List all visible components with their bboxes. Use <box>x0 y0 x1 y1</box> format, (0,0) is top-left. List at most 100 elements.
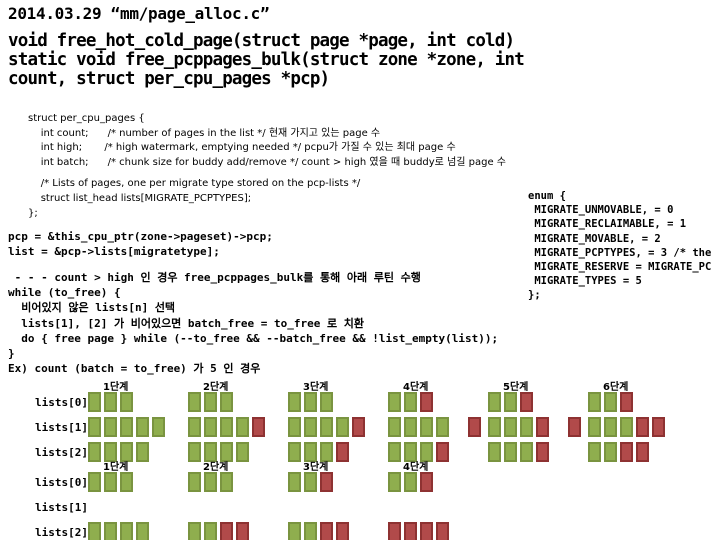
page-cell-green <box>88 522 101 540</box>
page-cell-green <box>504 417 517 437</box>
page-cell-green <box>404 472 417 492</box>
page-cell-green <box>336 417 349 437</box>
page-cell-green <box>388 472 401 492</box>
page-cell-green <box>436 417 449 437</box>
page-cell-green <box>220 472 233 492</box>
page-cell-red <box>220 522 233 540</box>
page-cell-red <box>420 472 433 492</box>
page-cell-green <box>288 392 301 412</box>
page-cell-green <box>136 522 149 540</box>
page-cell-green <box>504 392 517 412</box>
page-cell-red <box>336 442 349 462</box>
struct-per-cpu-pages-code: struct per_cpu_pages { int count; /* num… <box>28 113 506 168</box>
page-cell-green <box>88 442 101 462</box>
page-cell-green <box>604 392 617 412</box>
page-cell-red <box>352 417 365 437</box>
step-label-4: 4단계 <box>403 462 429 473</box>
step-label-2: 2단계 <box>203 382 229 393</box>
row-label-2: lists[2] <box>35 526 88 539</box>
page-cell-red <box>252 417 265 437</box>
page-cell-green <box>388 442 401 462</box>
page-cell-red <box>520 392 533 412</box>
step-label-1: 1단계 <box>103 462 129 473</box>
page-cell-green <box>288 442 301 462</box>
page-cell-green <box>104 392 117 412</box>
page-cell-green <box>188 417 201 437</box>
page-cell-green <box>488 442 501 462</box>
page-cell-green <box>220 417 233 437</box>
page-cell-green <box>188 522 201 540</box>
page-cell-green <box>604 442 617 462</box>
page-cell-green <box>236 442 249 462</box>
migrate-type-enum-code: enum { MIGRATE_UNMOVABLE, = 0 MIGRATE_RE… <box>528 190 712 302</box>
page-cell-green <box>488 417 501 437</box>
page-cell-green <box>388 417 401 437</box>
page-cell-green <box>320 392 333 412</box>
page-cell-green <box>136 417 149 437</box>
page-cell-red <box>336 522 349 540</box>
page-cell-green <box>120 522 133 540</box>
page-cell-red <box>652 417 665 437</box>
page-cell-red <box>536 417 549 437</box>
page-cell-red <box>568 417 581 437</box>
page-cell-green <box>288 522 301 540</box>
page-cell-green <box>420 417 433 437</box>
page-cell-red <box>236 522 249 540</box>
step-label-2: 2단계 <box>203 462 229 473</box>
page-cell-green <box>504 442 517 462</box>
row-label-1: lists[1] <box>35 421 88 434</box>
page-cell-green <box>88 472 101 492</box>
page-cell-green <box>204 417 217 437</box>
page-cell-red <box>420 392 433 412</box>
step-label-3: 3단계 <box>303 462 329 473</box>
page-title: 2014.03.29 “mm/page_alloc.c” <box>8 4 270 23</box>
page-cell-green <box>288 417 301 437</box>
page-cell-green <box>104 522 117 540</box>
page-cell-red <box>388 522 401 540</box>
page-cell-green <box>288 472 301 492</box>
page-cell-green <box>220 392 233 412</box>
page-cell-green <box>604 417 617 437</box>
page-cell-green <box>152 417 165 437</box>
struct-lists-comment-code: /* Lists of pages, one per migrate type … <box>28 178 361 219</box>
pcp-assignment-code: pcp = &this_cpu_ptr(zone->pageset)->pcp;… <box>8 230 273 258</box>
step-label-6: 6단계 <box>603 382 629 393</box>
page-cell-green <box>304 522 317 540</box>
page-cell-green <box>88 392 101 412</box>
page-cell-red <box>636 442 649 462</box>
page-cell-red <box>468 417 481 437</box>
page-cell-green <box>188 442 201 462</box>
step-label-3: 3단계 <box>303 382 329 393</box>
page-cell-green <box>588 417 601 437</box>
page-cell-green <box>236 417 249 437</box>
function-signatures: void free_hot_cold_page(struct page *pag… <box>8 31 525 89</box>
page-cell-green <box>188 392 201 412</box>
page-cell-green <box>404 392 417 412</box>
page-cell-green <box>520 417 533 437</box>
page-cell-green <box>588 392 601 412</box>
page-cell-green <box>120 417 133 437</box>
page-cell-red <box>620 442 633 462</box>
page-cell-green <box>104 417 117 437</box>
page-cell-green <box>204 522 217 540</box>
page-cell-green <box>88 417 101 437</box>
page-cell-green <box>104 472 117 492</box>
row-label-1: lists[1] <box>35 501 88 514</box>
step-label-4: 4단계 <box>403 382 429 393</box>
step-label-1: 1단계 <box>103 382 129 393</box>
page-cell-green <box>304 392 317 412</box>
page-cell-green <box>488 392 501 412</box>
page-cell-red <box>420 522 433 540</box>
page-cell-red <box>320 522 333 540</box>
page-cell-green <box>304 417 317 437</box>
free-routine-pseudocode: - - - count > high 인 경우 free_pcppages_bu… <box>8 271 499 376</box>
page-cell-green <box>620 417 633 437</box>
page-cell-green <box>120 472 133 492</box>
page-cell-green <box>520 442 533 462</box>
page-cell-green <box>204 392 217 412</box>
page-cell-red <box>636 417 649 437</box>
page-cell-green <box>188 472 201 492</box>
page-cell-red <box>536 442 549 462</box>
page-cell-green <box>588 442 601 462</box>
page-cell-green <box>404 417 417 437</box>
